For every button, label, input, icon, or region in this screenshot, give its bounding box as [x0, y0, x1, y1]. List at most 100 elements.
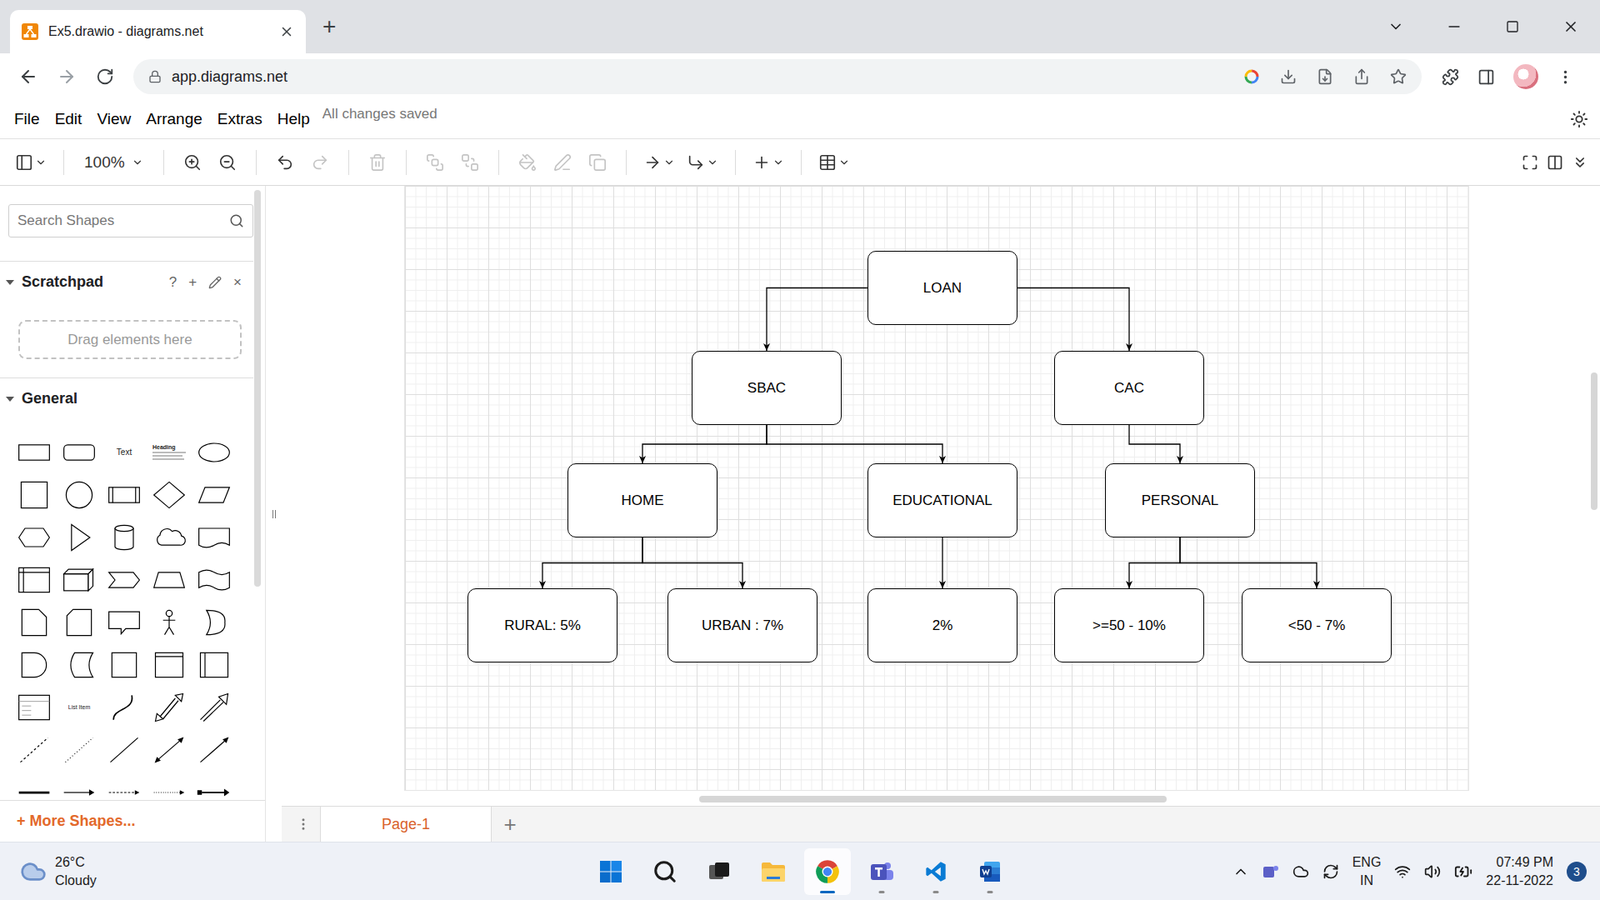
word-button[interactable] — [966, 848, 1014, 895]
shape-cell[interactable] — [191, 643, 237, 686]
shape-cell[interactable] — [56, 473, 102, 516]
process-shape-icon[interactable] — [105, 479, 143, 511]
theme-button[interactable] — [1570, 110, 1589, 129]
shape-cell[interactable] — [146, 600, 192, 644]
shape-cell[interactable] — [11, 515, 57, 559]
shape-cell[interactable] — [11, 770, 57, 800]
search-icon[interactable] — [229, 213, 245, 229]
format-panel-button[interactable] — [11, 147, 50, 178]
onedrive-icon[interactable] — [1292, 863, 1310, 880]
fullscreen-icon[interactable] — [1521, 154, 1539, 171]
hidden-icons-icon[interactable] — [1232, 863, 1250, 880]
triangle-shape-icon[interactable] — [60, 521, 98, 554]
shape-cell[interactable] — [101, 685, 147, 729]
menu-item[interactable]: Edit — [47, 110, 90, 129]
shape-cell[interactable] — [101, 728, 147, 771]
shape-cell[interactable] — [191, 558, 237, 601]
insert-button[interactable] — [749, 147, 788, 178]
tab-search-button[interactable] — [1366, 0, 1425, 54]
google-icon[interactable] — [1243, 68, 1260, 85]
menu-item[interactable]: File — [6, 110, 48, 129]
hexagon-shape-icon[interactable] — [15, 521, 53, 554]
caret-icon[interactable] — [5, 394, 15, 405]
omnibox[interactable]: app.diagrams.net — [133, 59, 1422, 95]
circle-shape-icon[interactable] — [60, 479, 98, 511]
delete-button[interactable] — [362, 147, 393, 178]
menu-item[interactable]: Help — [270, 110, 318, 129]
trapezoid-shape-icon[interactable] — [150, 564, 188, 596]
shape-cell[interactable] — [146, 770, 192, 800]
redo-button[interactable] — [305, 147, 335, 178]
shape-cell[interactable] — [191, 473, 237, 516]
shape-cell[interactable] — [56, 558, 102, 601]
edge-connector[interactable] — [1180, 537, 1317, 589]
shape-cell[interactable]: Heading — [146, 430, 192, 474]
volume-icon[interactable] — [1424, 863, 1441, 880]
curve-shape-icon[interactable] — [105, 691, 143, 724]
tape-shape-icon[interactable] — [195, 564, 233, 596]
more-menu-icon[interactable] — [1556, 68, 1575, 86]
waypoints-button[interactable] — [683, 147, 722, 178]
edge-connector[interactable] — [766, 425, 943, 464]
close-window-button[interactable] — [1541, 0, 1600, 54]
shape-cell[interactable] — [11, 430, 57, 474]
parallelogram-shape-icon[interactable] — [195, 479, 233, 511]
shape-cell[interactable] — [56, 600, 102, 644]
shape-cell[interactable] — [11, 600, 57, 644]
lane-shape-icon[interactable] — [150, 649, 188, 681]
cube-shape-icon[interactable] — [60, 564, 98, 596]
diagram-canvas[interactable]: LOANSBACHOMERURAL: 5%URBAN : 7%EDUCATION… — [281, 185, 1600, 806]
istorage-shape-icon[interactable] — [15, 564, 53, 596]
caret-icon[interactable] — [5, 277, 15, 288]
shape-cell[interactable] — [101, 643, 147, 686]
diagram-node[interactable]: PERSONAL — [1105, 463, 1255, 538]
weather-widget[interactable]: 26°CCloudy — [0, 853, 588, 890]
diagram-node[interactable]: HOME — [567, 463, 718, 538]
shape-cell[interactable] — [11, 728, 57, 771]
scratchpad-header[interactable]: Scratchpad?+× — [0, 260, 254, 303]
actor-shape-icon[interactable] — [150, 606, 188, 639]
pages-menu-button[interactable] — [291, 806, 315, 842]
more-shapes-button[interactable]: + More Shapes... — [0, 800, 265, 842]
close-tab-icon[interactable] — [279, 24, 295, 40]
clock[interactable]: 07:49 PM22-11-2022 — [1485, 853, 1554, 890]
add-page-button[interactable]: + — [491, 806, 529, 842]
shape-cell[interactable] — [56, 643, 102, 686]
line-shape-icon[interactable] — [105, 734, 143, 766]
menu-item[interactable]: Extras — [210, 110, 270, 129]
edit-pencil-icon[interactable] — [208, 275, 222, 290]
line-color-button[interactable] — [547, 147, 578, 178]
biline-shape-icon[interactable] — [150, 734, 188, 766]
vscode-button[interactable] — [912, 848, 960, 895]
help-button[interactable]: ? — [169, 274, 177, 291]
to-front-button[interactable] — [420, 147, 450, 178]
zoom-select[interactable]: 100% — [77, 153, 150, 172]
diagram-node[interactable]: LOAN — [867, 250, 1018, 325]
diagram-node[interactable]: EDUCATIONAL — [867, 463, 1018, 538]
diagram-node[interactable]: SBAC — [691, 350, 842, 425]
diagram-node[interactable]: 2% — [867, 588, 1018, 663]
shadow-button[interactable] — [582, 147, 613, 178]
dasharrow-shape-icon[interactable] — [105, 776, 143, 801]
shape-cell[interactable] — [146, 728, 192, 771]
install-icon[interactable] — [1280, 68, 1297, 85]
share-icon[interactable] — [1353, 68, 1370, 85]
shape-cell[interactable] — [101, 770, 147, 800]
shape-cell[interactable] — [191, 600, 237, 644]
undo-button[interactable] — [270, 147, 300, 178]
dirline-shape-icon[interactable] — [195, 734, 233, 766]
format-icon[interactable] — [1546, 154, 1564, 171]
forward-button[interactable] — [50, 60, 84, 94]
shape-cell[interactable] — [191, 430, 237, 474]
diagram-node[interactable]: RURAL: 5% — [467, 588, 618, 663]
dotted-shape-icon[interactable] — [60, 734, 98, 766]
connection-button[interactable] — [640, 147, 679, 178]
teams-chat-icon[interactable] — [1262, 863, 1280, 880]
profile-avatar[interactable] — [1513, 64, 1539, 90]
biarrow-shape-icon[interactable] — [150, 691, 188, 724]
shape-cell[interactable] — [146, 515, 192, 559]
maximize-button[interactable] — [1483, 0, 1542, 54]
ellipse-shape-icon[interactable] — [195, 436, 233, 469]
square-shape-icon[interactable] — [15, 479, 53, 511]
reload-button[interactable] — [88, 60, 122, 94]
